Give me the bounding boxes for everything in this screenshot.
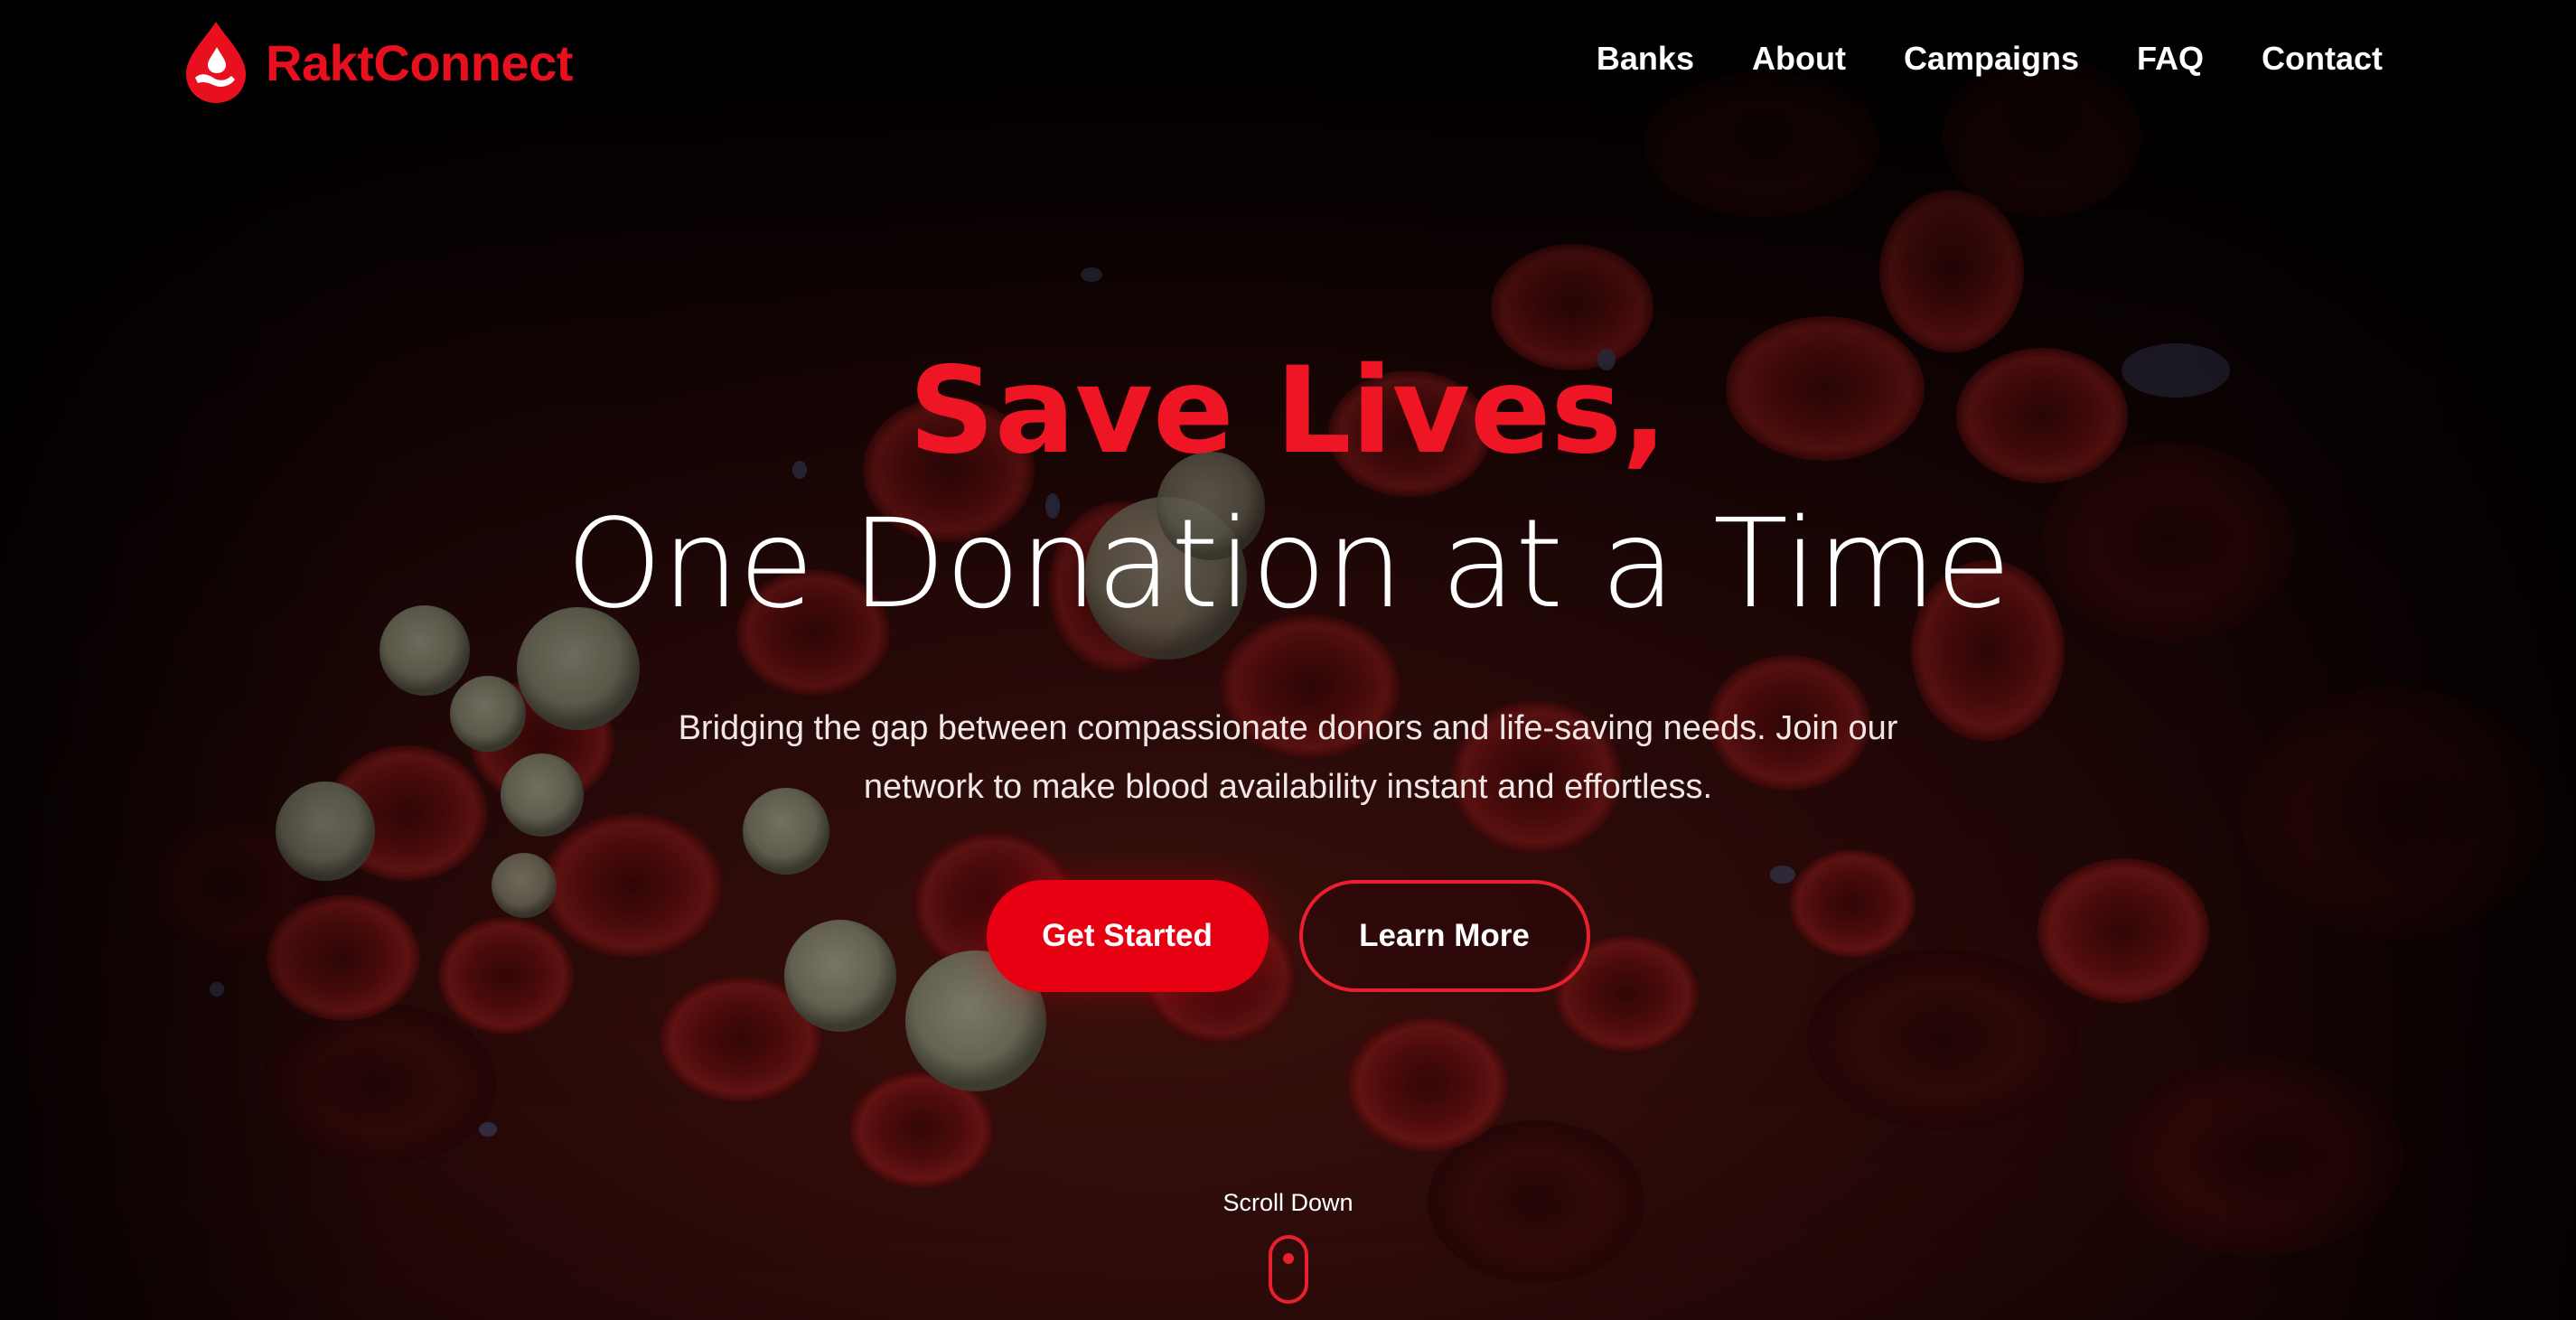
site-header: RaktConnect Banks About Campaigns FAQ Co…: [0, 0, 2576, 126]
hero-title-highlight: Save Lives,: [0, 334, 2576, 488]
brand-name: RaktConnect: [266, 33, 573, 91]
blood-drop-hand-icon: [186, 22, 246, 103]
hero-subtitle-line-1: Bridging the gap between compassionate d…: [678, 709, 1898, 747]
hero-subtitle-line-2: network to make blood availability insta…: [863, 768, 1713, 806]
hero-subtitle: Bridging the gap between compassionate d…: [638, 699, 1939, 817]
brand-logo-link[interactable]: RaktConnect: [183, 20, 573, 105]
get-started-button[interactable]: Get Started: [986, 880, 1269, 992]
nav-link-campaigns[interactable]: Campaigns: [1904, 40, 2079, 78]
mouse-scroll-icon: [1268, 1235, 1308, 1304]
nav-link-banks[interactable]: Banks: [1597, 40, 1694, 78]
hero-buttons: Get Started Learn More: [0, 880, 2576, 992]
nav-link-faq[interactable]: FAQ: [2137, 40, 2204, 78]
hero-title-main: One Donation at a Time: [566, 493, 2011, 636]
scroll-down-label: Scroll Down: [1222, 1189, 1354, 1216]
hero-section: Save Lives, One Donation at a Time Bridg…: [0, 334, 2576, 992]
nav-link-about[interactable]: About: [1752, 40, 1846, 78]
nav-link-contact[interactable]: Contact: [2262, 40, 2383, 78]
learn-more-button[interactable]: Learn More: [1298, 880, 1590, 992]
scroll-indicator[interactable]: Scroll Down: [0, 1189, 2576, 1304]
main-nav: Banks About Campaigns FAQ Contact: [1597, 40, 2383, 78]
landing-page: RaktConnect Banks About Campaigns FAQ Co…: [0, 0, 2576, 1320]
mouse-scroll-dot: [1282, 1253, 1294, 1264]
